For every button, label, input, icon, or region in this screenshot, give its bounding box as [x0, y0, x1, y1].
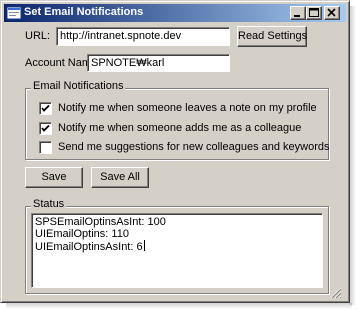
status-line-last: UIEmailOptinsAsInt: 6	[35, 240, 319, 253]
maximize-icon	[309, 8, 319, 17]
suggestions-label: Send me suggestions for new colleagues a…	[58, 141, 330, 153]
title-bar[interactable]: Set Email Notifications	[4, 4, 346, 22]
minimize-icon	[294, 15, 300, 17]
notify-colleague-label: Notify me when someone adds me as a coll…	[58, 122, 302, 134]
checkmark-icon	[41, 104, 50, 112]
text-caret	[143, 240, 145, 251]
notify-note-label: Notify me when someone leaves a note on …	[58, 102, 317, 114]
status-textarea[interactable]: SPSEmailOptinsAsInt: 100 UIEmailOptins: …	[31, 213, 323, 288]
notify-note-checkbox[interactable]	[39, 102, 52, 115]
notify-colleague-checkbox[interactable]	[39, 122, 52, 135]
close-icon	[327, 8, 336, 17]
suggestions-checkbox[interactable]	[39, 141, 52, 154]
maximize-button[interactable]	[306, 6, 322, 20]
resize-grip-icon[interactable]	[330, 287, 342, 299]
read-settings-button[interactable]: Read Settings	[237, 26, 307, 47]
status-line: UIEmailOptins: 110	[35, 228, 129, 240]
url-label: URL:	[25, 30, 51, 42]
save-all-button[interactable]: Save All	[91, 167, 149, 188]
status-title: Status	[31, 198, 67, 210]
app-icon	[6, 5, 22, 21]
dialog-window: Set Email Notifications URL: http://intr…	[0, 0, 350, 303]
close-button[interactable]	[324, 6, 340, 20]
checkmark-icon	[41, 124, 50, 132]
url-input[interactable]: http://intranet.spnote.dev	[56, 27, 230, 46]
save-button[interactable]: Save	[25, 167, 83, 188]
window-title: Set Email Notifications	[24, 6, 144, 18]
minimize-button[interactable]	[290, 6, 306, 20]
email-notifications-title: Email Notifications	[31, 80, 126, 92]
status-line: SPSEmailOptinsAsInt: 100	[35, 216, 166, 228]
status-line-text: UIEmailOptinsAsInt: 6	[35, 241, 143, 253]
account-name-input[interactable]: SPNOTE₩karl	[87, 54, 230, 72]
